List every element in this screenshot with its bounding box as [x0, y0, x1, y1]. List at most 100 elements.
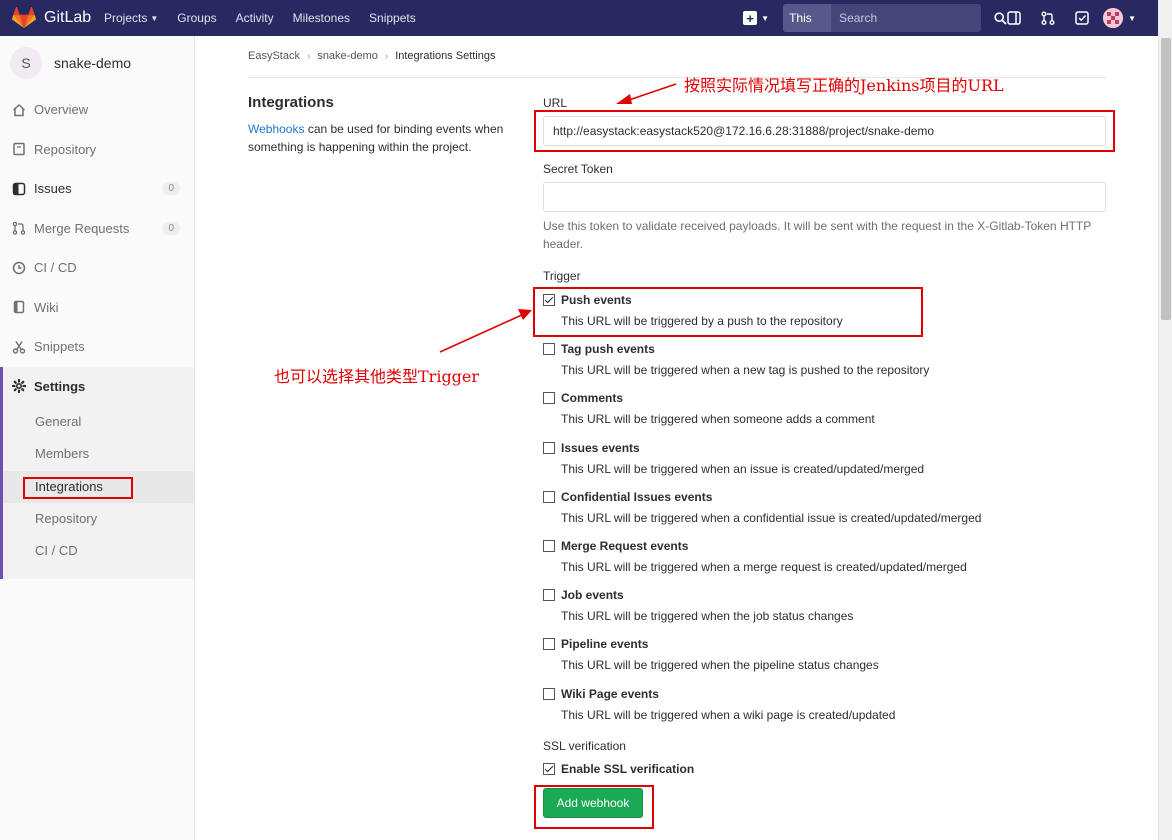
trigger-option: Wiki Page events This URL will be trigger… [543, 685, 1106, 722]
trigger-checkbox[interactable] [543, 687, 555, 700]
gear-icon [12, 379, 26, 394]
trigger-checkbox[interactable] [543, 441, 555, 454]
breadcrumb: EasyStack › snake-demo › Integrations Se… [248, 50, 496, 62]
gitlab-logo[interactable]: GitLab [12, 7, 104, 29]
trigger-checkbox[interactable] [543, 343, 555, 356]
trigger-checkbox[interactable] [543, 490, 555, 503]
settings-section: Settings General Members Integrations Re… [0, 366, 194, 580]
annotation-trigger-note: 也可以选择其他类型Trigger [274, 367, 480, 386]
trigger-option: Merge Request events This URL will be tri… [543, 537, 1106, 574]
trigger-checkbox[interactable] [543, 589, 555, 602]
nav-activity[interactable]: Activity [236, 11, 274, 25]
trigger-name: Issues events [561, 440, 640, 455]
sidebar-item-wiki[interactable]: Wiki [0, 288, 194, 328]
sidebar-toggle-icon[interactable] [997, 11, 1031, 25]
sidebar-item-overview[interactable]: Overview [0, 90, 194, 130]
chevron-down-icon: ▼ [1128, 13, 1136, 23]
book-icon [12, 300, 26, 314]
trigger-name: Tag push events [561, 342, 655, 357]
issues-icon [12, 182, 26, 196]
navbar-right: + ▼ This project Search ▼ [743, 0, 1158, 53]
chevron-right-icon: › [306, 50, 311, 62]
home-icon [12, 103, 26, 117]
issues-count-badge: 0 [162, 182, 180, 196]
user-avatar-dropdown[interactable]: ▼ [1103, 8, 1136, 28]
secret-token-input[interactable] [543, 182, 1106, 212]
project-header[interactable]: S snake-demo [0, 36, 194, 90]
merge-request-icon[interactable] [1031, 11, 1065, 25]
trigger-checkbox[interactable] [543, 392, 555, 405]
nav-groups[interactable]: Groups [177, 11, 216, 25]
avatar [1103, 8, 1124, 28]
chevron-right-icon: › [384, 50, 389, 62]
sidebar-subitem-repository[interactable]: Repository [3, 503, 194, 535]
sidebar-item-issues[interactable]: Issues 0 [0, 169, 194, 209]
trigger-label: Trigger [543, 269, 581, 283]
webhooks-link[interactable]: Webhooks [248, 122, 304, 136]
ssl-verification-checkbox[interactable] [543, 763, 555, 775]
sidebar-item-snippets[interactable]: Snippets [0, 327, 194, 367]
sidebar-subitem-integrations[interactable]: Integrations [3, 470, 194, 503]
sidebar-subitem-members[interactable]: Members [3, 438, 194, 470]
trigger-option: Job events This URL will be triggered whe… [543, 586, 1106, 623]
trigger-description: This URL will be triggered when a wiki p… [561, 707, 896, 722]
todo-check-icon[interactable] [1065, 11, 1099, 25]
sidebar-subitem-general[interactable]: General [3, 406, 194, 438]
page-scrollbar[interactable] [1158, 0, 1172, 840]
trigger-name: Wiki Page events [561, 686, 659, 701]
sidebar-item-merge-requests[interactable]: Merge Requests 0 [0, 209, 194, 249]
brand-name: GitLab [44, 9, 92, 26]
trigger-name: Merge Request events [561, 539, 689, 553]
sidebar-item-repository[interactable]: Repository [0, 130, 194, 170]
trigger-name: Comments [561, 391, 624, 406]
trigger-description: This URL will be triggered when a confid… [561, 510, 982, 525]
search-scope-badge[interactable]: This project [783, 4, 832, 53]
trigger-option: Confidential Issues events This URL will … [543, 488, 1106, 525]
breadcrumb-current[interactable]: Integrations Settings [395, 50, 495, 62]
scrollbar-thumb[interactable] [1161, 38, 1171, 320]
merge-request-icon [12, 221, 26, 235]
sidebar-item-settings[interactable]: Settings [3, 367, 194, 407]
secret-token-hint: Use this token to validate received payl… [543, 219, 1092, 251]
annotation-button-box [534, 785, 654, 829]
scissors-icon [12, 340, 26, 354]
trigger-checkbox[interactable] [543, 638, 555, 651]
page-title: Integrations [248, 94, 334, 111]
trigger-description: This URL will be triggered when a merge … [561, 560, 967, 574]
merge-requests-count-badge: 0 [162, 221, 180, 235]
ssl-verification-name: Enable SSL verification [561, 762, 695, 776]
trigger-name: Pipeline events [561, 637, 649, 652]
new-dropdown-button[interactable]: + ▼ [743, 11, 769, 25]
sidebar-subitem-ci-cd[interactable]: CI / CD [3, 535, 194, 567]
project-sidebar: S snake-demo Overview Repository Issues … [0, 36, 195, 840]
main-content: EasyStack › snake-demo › Integrations Se… [196, 36, 1158, 840]
intro-text: Webhooks can be used for binding events … [248, 122, 504, 154]
trigger-option: Tag push events This URL will be triggere… [543, 340, 1106, 377]
rocket-icon [12, 261, 26, 275]
annotation-url-note: 按照实际情况填写正确的Jenkins项目的URL [684, 76, 1004, 95]
chevron-down-icon: ▼ [150, 13, 159, 23]
url-label: URL [543, 96, 568, 110]
sidebar-item-ci-cd[interactable]: CI / CD [0, 248, 194, 288]
trigger-description: This URL will be triggered when the job … [561, 609, 854, 624]
project-avatar: S [10, 47, 42, 79]
nav-links: Projects ▼ Groups Activity Milestones Sni… [104, 11, 435, 25]
ssl-verification-label: SSL verification [543, 739, 626, 753]
nav-snippets[interactable]: Snippets [369, 11, 416, 25]
integrations-intro: Integrations Webhooks can be used for bi… [248, 94, 508, 156]
annotation-url-box [534, 110, 1115, 152]
nav-projects[interactable]: Projects ▼ [104, 11, 158, 25]
trigger-checkbox[interactable] [543, 540, 555, 552]
tanuki-icon [12, 7, 36, 28]
trigger-description: This URL will be triggered when a new ta… [561, 363, 930, 378]
breadcrumb-group[interactable]: EasyStack [248, 50, 300, 62]
trigger-option: Comments This URL will be triggered when … [543, 389, 1106, 426]
project-name: snake-demo [54, 55, 132, 71]
breadcrumb-project[interactable]: snake-demo [317, 50, 378, 62]
trigger-option: Pipeline events This URL will be triggere… [543, 635, 1106, 672]
search-input[interactable] [831, 4, 995, 32]
nav-milestones[interactable]: Milestones [293, 11, 350, 25]
book-icon [12, 142, 26, 156]
search-box: This project [783, 4, 1007, 53]
trigger-name: Job events [561, 588, 624, 603]
